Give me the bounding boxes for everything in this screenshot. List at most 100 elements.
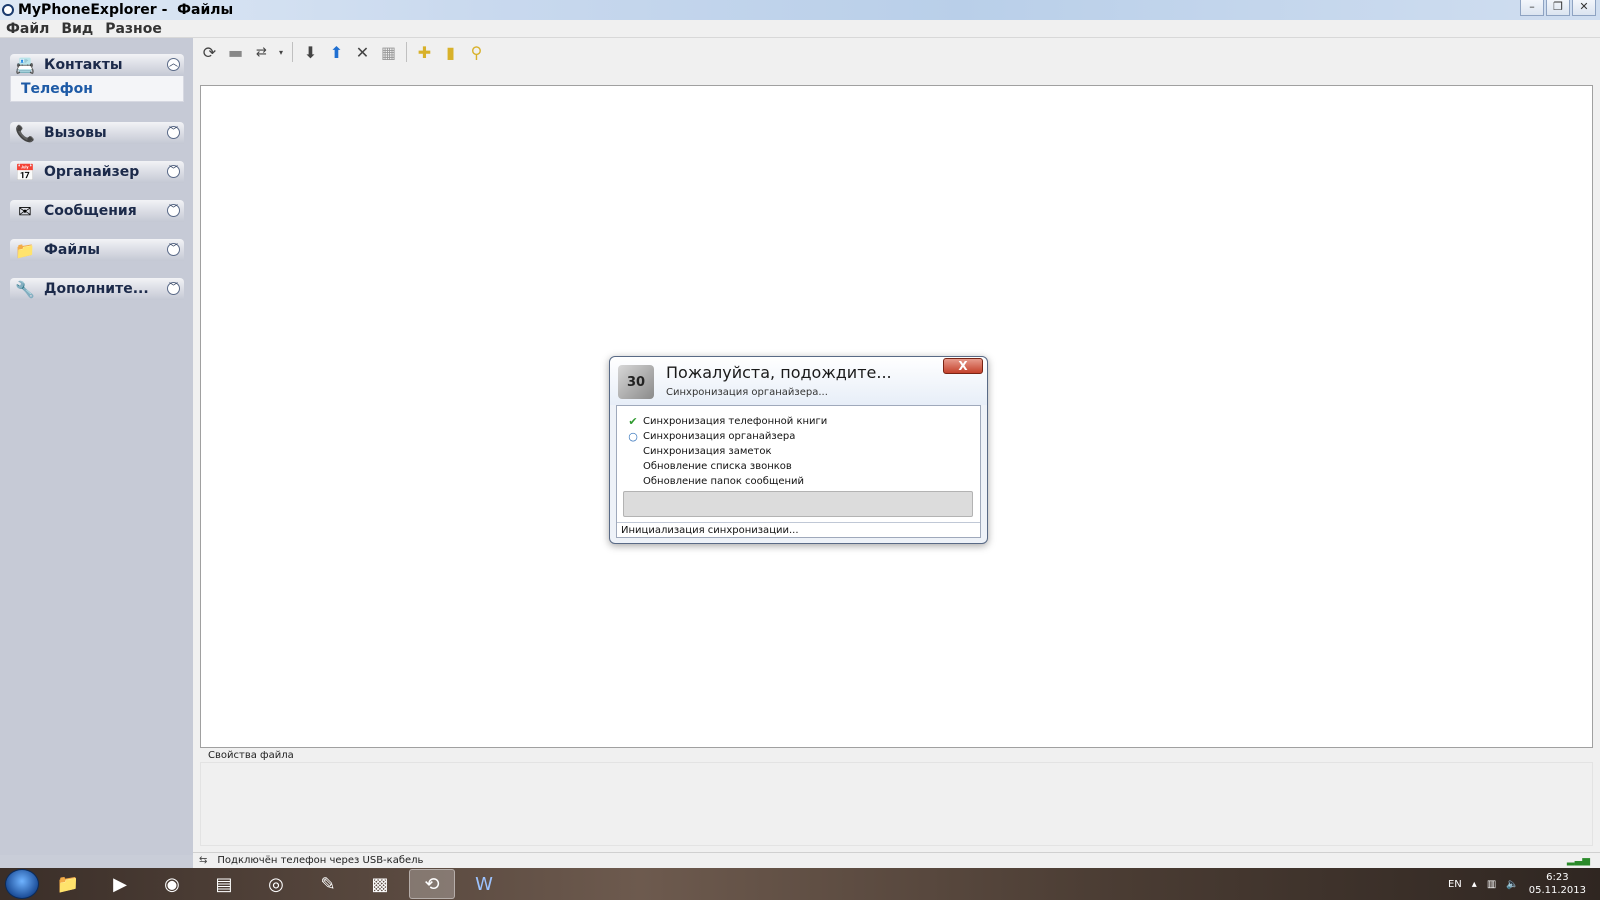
dialog-body: ✔ Синхронизация телефонной книги ○ Синхр…: [616, 405, 981, 538]
menu-file[interactable]: Файл: [6, 21, 49, 37]
chevron-down-icon[interactable]: ﹀: [167, 243, 180, 256]
sidebar-group-organizer[interactable]: 📅 Органайзер ﹀: [10, 161, 184, 183]
network-icon[interactable]: ▥: [1487, 879, 1496, 890]
contacts-icon: 📇: [15, 55, 35, 75]
sync-icon[interactable]: ⇄: [251, 42, 272, 63]
minecraft-icon[interactable]: ▩: [357, 869, 403, 899]
sidebar-group-calls[interactable]: 📞 Вызовы ﹀: [10, 122, 184, 144]
sidebar-label: Вызовы: [44, 125, 107, 141]
close-button[interactable]: ✕: [1572, 0, 1596, 16]
sync-step: ○ Синхронизация органайзера: [625, 429, 827, 444]
sidebar-group-contacts[interactable]: 📇 Контакты ︿ Телефон: [10, 54, 184, 102]
sync-step-label: Синхронизация органайзера: [643, 431, 796, 442]
menu-misc[interactable]: Разное: [105, 21, 162, 37]
dvd-icon[interactable]: ◎: [253, 869, 299, 899]
sync-step: Обновление папок сообщений: [625, 474, 827, 489]
sync-step-label: Синхронизация заметок: [643, 446, 772, 457]
tools-icon: 🔧: [15, 279, 35, 299]
taskbar: 📁 ▶ ◉ ▤ ◎ ✎ ▩ ⟲ W EN ▴ ▥ 🔈 6:23 05.11.20…: [0, 868, 1600, 900]
pen-icon[interactable]: ✎: [305, 869, 351, 899]
sidebar-group-messages[interactable]: ✉ Сообщения ﹀: [10, 200, 184, 222]
dialog-title: Пожалуйста, подождите...: [666, 363, 892, 382]
dialog-header: 30 Пожалуйста, подождите... Синхронизаци…: [610, 357, 987, 405]
signal-icon: ▂▃▅: [1566, 855, 1590, 866]
sidebar-header-extras[interactable]: 🔧 Дополните... ﹀: [10, 278, 184, 300]
sidebar-group-files[interactable]: 📁 Файлы ﹀: [10, 239, 184, 261]
menu-view[interactable]: Вид: [61, 21, 93, 37]
task-manager-icon[interactable]: ▤: [201, 869, 247, 899]
toolbar-separator: [406, 42, 407, 62]
sync-step: Синхронизация заметок: [625, 444, 827, 459]
folder-up-icon[interactable]: ▮: [440, 42, 461, 63]
properties-icon[interactable]: ▦: [378, 42, 399, 63]
chevron-down-icon[interactable]: ﹀: [167, 282, 180, 295]
word-icon[interactable]: W: [461, 869, 507, 899]
volume-icon[interactable]: 🔈: [1506, 879, 1518, 890]
calls-icon: 📞: [15, 123, 35, 143]
sidebar-label: Файлы: [44, 242, 101, 258]
chevron-down-icon[interactable]: ﹀: [167, 204, 180, 217]
delete-icon[interactable]: ✕: [352, 42, 373, 63]
file-properties-panel: [200, 762, 1593, 846]
sidebar-header-calls[interactable]: 📞 Вызовы ﹀: [10, 122, 184, 144]
upload-icon[interactable]: ⬆: [326, 42, 347, 63]
explorer-icon[interactable]: 📁: [45, 869, 91, 899]
pending-icon: [625, 461, 641, 473]
sync-step: Обновление списка звонков: [625, 459, 827, 474]
minimize-button[interactable]: –: [1520, 0, 1544, 16]
chevron-down-icon[interactable]: ﹀: [167, 126, 180, 139]
folder-icon: 📁: [15, 240, 35, 260]
dropdown-icon[interactable]: ▾: [277, 42, 285, 63]
window-controls: – ❐ ✕: [1520, 0, 1596, 16]
sidebar-label: Сообщения: [44, 203, 137, 219]
sidebar-label: Дополните...: [44, 281, 149, 297]
sync-step-label: Обновление списка звонков: [643, 461, 792, 472]
myphoneexplorer-icon[interactable]: ⟲: [409, 869, 455, 899]
spinner-icon: ○: [628, 430, 638, 443]
sidebar-header-contacts[interactable]: 📇 Контакты ︿: [10, 54, 184, 76]
file-properties-label: Свойства файла: [208, 750, 294, 761]
dialog-close-button[interactable]: X: [943, 358, 983, 374]
sync-steps: ✔ Синхронизация телефонной книги ○ Синхр…: [625, 414, 827, 489]
sync-progress-bar: [623, 491, 973, 517]
sidebar-group-extras[interactable]: 🔧 Дополните... ﹀: [10, 278, 184, 300]
start-button[interactable]: [5, 869, 39, 899]
chevron-up-icon[interactable]: ︿: [167, 58, 180, 71]
download-icon[interactable]: ⬇: [300, 42, 321, 63]
stop-icon[interactable]: ▬: [225, 42, 246, 63]
folder-search-icon[interactable]: ⚲: [466, 42, 487, 63]
sidebar-label: Органайзер: [44, 164, 140, 180]
clock[interactable]: 6:23 05.11.2013: [1529, 871, 1586, 897]
pending-icon: [625, 446, 641, 458]
dialog-status: Инициализация синхронизации...: [617, 522, 980, 538]
sidebar-item-phone[interactable]: Телефон: [10, 76, 184, 102]
title-bar: MyPhoneExplorer - Файлы – ❐ ✕: [0, 0, 1600, 20]
sidebar-header-organizer[interactable]: 📅 Органайзер ﹀: [10, 161, 184, 183]
refresh-icon[interactable]: ⟳: [199, 42, 220, 63]
language-indicator[interactable]: EN: [1448, 879, 1462, 890]
sidebar-header-messages[interactable]: ✉ Сообщения ﹀: [10, 200, 184, 222]
chrome-icon[interactable]: ◉: [149, 869, 195, 899]
toolbar: ⟳ ▬ ⇄ ▾ ⬇ ⬆ ✕ ▦ ✚ ▮ ⚲: [199, 40, 487, 64]
sidebar-header-files[interactable]: 📁 Файлы ﹀: [10, 239, 184, 261]
check-icon: ✔: [628, 415, 638, 428]
dialog-subtitle: Синхронизация органайзера...: [666, 387, 828, 398]
tray-expand-icon[interactable]: ▴: [1472, 879, 1477, 890]
sidebar-label: Контакты: [44, 57, 123, 73]
maximize-button[interactable]: ❐: [1546, 0, 1570, 16]
new-folder-icon[interactable]: ✚: [414, 42, 435, 63]
sidebar-item-label: Телефон: [21, 80, 93, 97]
sync-step: ✔ Синхронизация телефонной книги: [625, 414, 827, 429]
connection-icon: ⇆: [199, 855, 208, 866]
calendar-icon: 30: [618, 365, 654, 399]
sync-step-label: Синхронизация телефонной книги: [643, 416, 828, 427]
organizer-icon: 📅: [15, 162, 35, 182]
pending-icon: [625, 476, 641, 488]
clock-date: 05.11.2013: [1528, 885, 1586, 896]
messages-icon: ✉: [18, 201, 32, 221]
media-player-icon[interactable]: ▶: [97, 869, 143, 899]
status-bar: ⇆ Подключён телефон через USB-кабель ▂▃▅: [193, 852, 1600, 868]
chevron-down-icon[interactable]: ﹀: [167, 165, 180, 178]
window-title: MyPhoneExplorer - Файлы: [18, 2, 234, 18]
menu-bar: Файл Вид Разное: [0, 20, 1600, 38]
